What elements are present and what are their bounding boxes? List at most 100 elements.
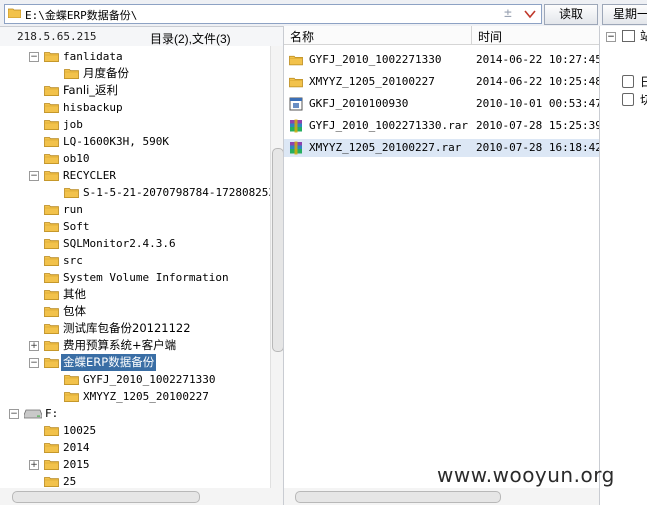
tree-node-label: LQ-1600K3H, 590K — [63, 135, 169, 148]
expand-toggle[interactable]: + — [29, 460, 39, 470]
doc-icon — [622, 93, 634, 106]
tree-node[interactable]: − 金蝶ERP数据备份 — [0, 354, 270, 371]
tree-node-label: 2014 — [63, 441, 90, 454]
folder-icon — [44, 324, 59, 334]
tree-node[interactable]: − fanlidata — [0, 48, 270, 65]
tree-node-label: run — [63, 203, 83, 216]
tree-node-label: 月度备份 — [83, 66, 129, 80]
file-list[interactable]: GYFJ_2010_1002271330 2014-06-22 10:27:45 X… — [284, 45, 602, 488]
tree-node[interactable]: + 费用预算系统+客户端 — [0, 337, 270, 354]
folder-tree[interactable]: − fanlidata 月度备份 Fanli_返利 hisbackup job LQ-160… — [0, 46, 270, 488]
tree-node[interactable]: 其他 — [0, 286, 270, 303]
tree-node-label: F: — [45, 407, 59, 420]
column-header-time[interactable]: 时间 — [478, 28, 502, 45]
directory-summary: 目录(2),文件(3) — [150, 32, 231, 46]
file-time: 2010-07-28 16:18:42 — [476, 141, 602, 154]
column-header-name[interactable]: 名称 — [290, 28, 314, 45]
file-time: 2014-06-22 10:25:48 — [476, 75, 602, 88]
folder-icon — [44, 52, 59, 62]
tree-node[interactable]: 25 — [0, 473, 270, 488]
collapse-toggle[interactable]: − — [9, 409, 19, 419]
column-divider[interactable] — [471, 26, 472, 44]
tree-node[interactable]: src — [0, 252, 270, 269]
tree-node-label: src — [63, 254, 83, 267]
right-panel-item[interactable]: 站 — [640, 27, 647, 44]
chevron-down-icon[interactable] — [523, 8, 537, 20]
folder-icon — [44, 205, 59, 215]
tree-node[interactable]: 月度备份 — [0, 65, 270, 82]
plus-minus-icon[interactable]: ± — [504, 6, 512, 21]
tree-node[interactable]: job — [0, 116, 270, 133]
tree-node[interactable]: 包体 — [0, 303, 270, 320]
file-time: 2010-07-28 15:25:39 — [476, 119, 602, 132]
tree-drive-node[interactable]: − F: — [0, 405, 270, 422]
app-file-icon — [289, 97, 303, 111]
tree-node-label: 25 — [63, 475, 77, 488]
file-row[interactable]: GKFJ_2010100930 2010-10-01 00:53:47 — [284, 95, 602, 113]
right-panel-item[interactable]: 日 — [640, 73, 647, 90]
folder-icon — [44, 120, 59, 130]
file-list-header: 名称 时间 — [284, 26, 599, 45]
folder-icon — [44, 307, 59, 317]
collapse-toggle[interactable]: − — [29, 52, 39, 62]
tree-hscroll-thumb[interactable] — [12, 491, 200, 503]
tree-node[interactable]: Fanli_返利 — [0, 82, 270, 99]
tree-node-label: S-1-5-21-2070798784-1728082538- — [83, 186, 270, 199]
tree-node[interactable]: 2014 — [0, 439, 270, 456]
tree-node-label: job — [63, 118, 83, 131]
read-button[interactable]: 读取 — [544, 4, 598, 25]
rar-archive-icon — [290, 119, 302, 133]
tree-node[interactable]: hisbackup — [0, 99, 270, 116]
rar-archive-icon — [290, 141, 302, 155]
tree-node[interactable]: +2015 — [0, 456, 270, 473]
tree-node[interactable]: − RECYCLER — [0, 167, 270, 184]
expand-toggle[interactable]: + — [29, 341, 39, 351]
folder-icon — [44, 273, 59, 283]
tree-node[interactable]: 10025 — [0, 422, 270, 439]
folder-icon — [64, 375, 79, 385]
doc-icon — [622, 75, 634, 88]
weekday-button[interactable]: 星期一 — [602, 4, 647, 25]
tree-node[interactable]: XMYYZ_1205_20100227 — [0, 388, 270, 405]
tree-node-label: 测试库包备份20121122 — [63, 321, 191, 335]
right-panel: − 站 日 切 — [600, 26, 647, 505]
tree-node-label: XMYYZ_1205_20100227 — [83, 390, 209, 403]
file-name: XMYYZ_1205_20100227.rar — [309, 141, 462, 154]
collapse-toggle[interactable]: − — [606, 32, 616, 42]
tree-node[interactable]: Soft — [0, 218, 270, 235]
folder-icon — [44, 477, 59, 487]
tree-node[interactable]: ob10 — [0, 150, 270, 167]
window-icon — [622, 30, 635, 42]
tree-node-label: 2015 — [63, 458, 90, 471]
tree-node[interactable]: run — [0, 201, 270, 218]
collapse-toggle[interactable]: − — [29, 171, 39, 181]
tree-header: 218.5.65.215 目录(2),文件(3) — [0, 27, 283, 46]
folder-icon — [64, 188, 79, 198]
path-input[interactable]: E:\金蝶ERP数据备份\ ± — [4, 4, 542, 24]
tree-node-label: Fanli_返利 — [63, 83, 119, 97]
collapse-toggle[interactable]: − — [29, 358, 39, 368]
file-name: GKFJ_2010100930 — [309, 97, 409, 110]
folder-icon — [44, 86, 59, 96]
tree-node[interactable]: SQLMonitor2.4.3.6 — [0, 235, 270, 252]
tree-node-label: 其他 — [63, 287, 86, 301]
folder-icon — [44, 171, 59, 181]
drive-icon — [24, 409, 42, 419]
folder-icon — [289, 77, 303, 88]
folder-icon — [64, 69, 79, 79]
folder-icon — [44, 137, 59, 147]
tree-node[interactable]: System Volume Information — [0, 269, 270, 286]
file-row[interactable]: XMYYZ_1205_20100227.rar 2010-07-28 16:18:… — [284, 139, 602, 157]
tree-node[interactable]: 测试库包备份20121122 — [0, 320, 270, 337]
folder-icon — [44, 239, 59, 249]
tree-node-label: fanlidata — [63, 50, 123, 63]
tree-node[interactable]: GYFJ_2010_1002271330 — [0, 371, 270, 388]
tree-node[interactable]: LQ-1600K3H, 590K — [0, 133, 270, 150]
file-row[interactable]: XMYYZ_1205_20100227 2014-06-22 10:25:48 — [284, 73, 602, 91]
right-panel-item[interactable]: 切 — [640, 91, 647, 108]
file-row[interactable]: GYFJ_2010_1002271330.rar 2010-07-28 15:25… — [284, 117, 602, 135]
file-row[interactable]: GYFJ_2010_1002271330 2014-06-22 10:27:45 — [284, 51, 602, 69]
tree-node[interactable]: S-1-5-21-2070798784-1728082538- — [0, 184, 270, 201]
folder-icon — [289, 55, 303, 66]
file-hscroll-thumb[interactable] — [295, 491, 501, 503]
